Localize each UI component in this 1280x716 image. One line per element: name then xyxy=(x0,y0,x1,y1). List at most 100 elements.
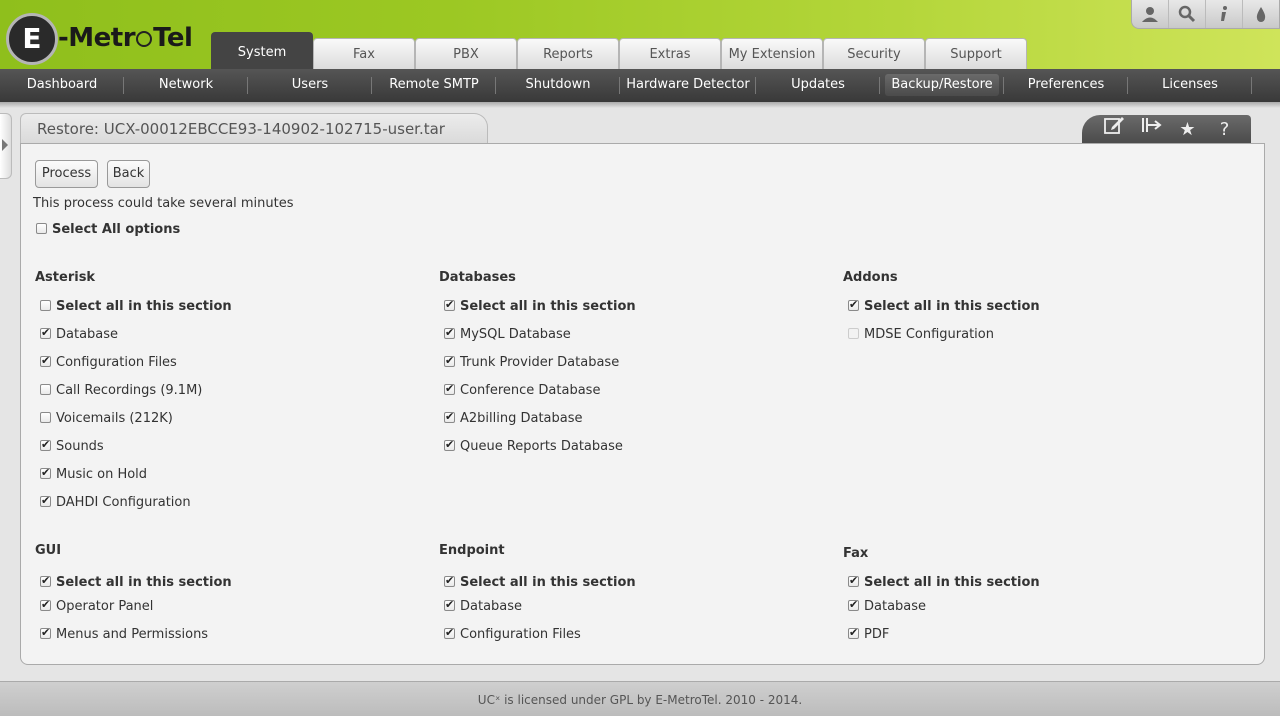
databases-queue-reports-database-label: Queue Reports Database xyxy=(460,439,623,454)
main-tabs: System Fax PBX Reports Extras My Extensi… xyxy=(211,32,1027,69)
logo-word-part: -Metr xyxy=(58,23,136,53)
asterisk-select-all-checkbox[interactable] xyxy=(40,300,51,311)
tab-pbx[interactable]: PBX xyxy=(415,38,517,69)
fax-pdf-checkbox[interactable] xyxy=(848,626,859,640)
asterisk-select-all-label: Select all in this section xyxy=(56,299,232,314)
databases-queue-reports-database-checkbox[interactable] xyxy=(444,438,455,452)
logo-wordmark: -Metr Tel xyxy=(58,23,193,53)
gui-operator-panel-checkbox[interactable] xyxy=(40,598,51,612)
gui-select-all-label: Select all in this section xyxy=(56,575,232,590)
addons-select-all-checkbox[interactable] xyxy=(848,298,859,312)
databases-mysql-database-checkbox[interactable] xyxy=(444,326,455,340)
help-icon[interactable]: ? xyxy=(1206,115,1243,144)
fax-database-label: Database xyxy=(864,599,927,614)
footer: UCˣ is licensed under GPL by E-MetroTel.… xyxy=(0,681,1280,716)
subnav-users[interactable]: Users xyxy=(248,69,372,102)
page-title: Restore: UCX-00012EBCCE93-140902-102715-… xyxy=(37,120,445,138)
export-icon[interactable] xyxy=(1132,115,1169,144)
endpoint-select-all-label: Select all in this section xyxy=(460,575,636,590)
subnav-label: Network xyxy=(158,77,214,92)
databases-trunk-provider-database-checkbox[interactable] xyxy=(444,354,455,368)
subnav-hardware-detector[interactable]: Hardware Detector xyxy=(620,69,756,102)
nav-shadow xyxy=(0,102,1280,108)
process-button[interactable]: Process xyxy=(35,160,98,188)
fax-select-all-label: Select all in this section xyxy=(864,575,1040,590)
edit-icon[interactable] xyxy=(1095,115,1132,144)
tab-security[interactable]: Security xyxy=(823,38,925,69)
select-all-options-checkbox[interactable] xyxy=(36,223,47,234)
asterisk-database-label: Database xyxy=(56,327,119,342)
databases-a2billing-database-checkbox[interactable] xyxy=(444,410,455,424)
databases-select-all-label: Select all in this section xyxy=(460,299,636,314)
databases-a2billing-database-label: A2billing Database xyxy=(460,411,583,426)
asterisk-dahdi-configuration-checkbox[interactable] xyxy=(40,494,51,508)
databases-conference-database-checkbox[interactable] xyxy=(444,382,455,396)
databases-select-all-checkbox[interactable] xyxy=(444,298,455,312)
brand-logo[interactable]: E -Metr Tel xyxy=(6,13,206,65)
logo-mark: E xyxy=(6,13,58,65)
select-all-options-label: Select All options xyxy=(52,222,181,237)
subnav-preferences[interactable]: Preferences xyxy=(1004,69,1128,102)
gui-menus-and-permissions-checkbox[interactable] xyxy=(40,626,51,640)
endpoint-select-all-checkbox[interactable] xyxy=(444,574,455,588)
subnav-licenses[interactable]: Licenses xyxy=(1128,69,1252,102)
subnav-label: Hardware Detector xyxy=(626,77,750,92)
tab-system[interactable]: System xyxy=(211,32,313,69)
tab-my-extension[interactable]: My Extension xyxy=(721,38,823,69)
asterisk-configuration-files-label: Configuration Files xyxy=(56,355,177,370)
sidebar-toggle[interactable] xyxy=(0,113,12,179)
subnav-shutdown[interactable]: Shutdown xyxy=(496,69,620,102)
addons-select-all-label: Select all in this section xyxy=(864,299,1040,314)
process-note: This process could take several minutes xyxy=(33,196,294,211)
endpoint-database-checkbox[interactable] xyxy=(444,598,455,612)
databases-mysql-database-label: MySQL Database xyxy=(460,327,571,342)
asterisk-call-recordings-9-1m-checkbox[interactable] xyxy=(40,384,51,395)
section-title-fax: Fax xyxy=(843,546,869,561)
asterisk-voicemails-212k-checkbox[interactable] xyxy=(40,412,51,423)
subnav-label: Licenses xyxy=(1162,77,1218,92)
asterisk-voicemails-212k-label: Voicemails (212K) xyxy=(56,411,173,426)
back-button[interactable]: Back xyxy=(107,160,150,188)
asterisk-sounds-label: Sounds xyxy=(56,439,104,454)
fax-select-all-checkbox[interactable] xyxy=(848,574,859,588)
section-title-addons: Addons xyxy=(843,270,898,285)
endpoint-database-label: Database xyxy=(460,599,523,614)
fax-pdf-label: PDF xyxy=(864,627,890,642)
tab-reports[interactable]: Reports xyxy=(517,38,619,69)
header-bar: E -Metr Tel System Fax PBX Reports Extras… xyxy=(0,0,1280,69)
endpoint-configuration-files-label: Configuration Files xyxy=(460,627,581,642)
subnav-updates[interactable]: Updates xyxy=(756,69,880,102)
page-title-tab: Restore: UCX-00012EBCCE93-140902-102715-… xyxy=(20,113,488,145)
endpoint-configuration-files-checkbox[interactable] xyxy=(444,626,455,640)
asterisk-database-checkbox[interactable] xyxy=(40,326,51,340)
drop-icon[interactable] xyxy=(1242,0,1279,28)
asterisk-music-on-hold-label: Music on Hold xyxy=(56,467,148,482)
user-icon[interactable] xyxy=(1132,0,1168,28)
logo-dot xyxy=(136,31,153,47)
addons-mdse-configuration-label: MDSE Configuration xyxy=(864,327,994,342)
asterisk-call-recordings-9-1m-label: Call Recordings (9.1M) xyxy=(56,383,203,398)
subnav-dashboard[interactable]: Dashboard xyxy=(0,69,124,102)
fax-database-checkbox[interactable] xyxy=(848,598,859,612)
tab-fax[interactable]: Fax xyxy=(313,38,415,69)
info-icon[interactable] xyxy=(1205,0,1242,28)
gui-menus-and-permissions-label: Menus and Permissions xyxy=(56,627,209,642)
top-icon-group xyxy=(1131,0,1280,29)
subnav-label: Backup/Restore xyxy=(885,74,999,96)
asterisk-sounds-checkbox[interactable] xyxy=(40,438,51,452)
subnav-remote-smtp[interactable]: Remote SMTP xyxy=(372,69,496,102)
sub-navigation: Dashboard Network Users Remote SMTP Shut… xyxy=(0,69,1280,102)
asterisk-configuration-files-checkbox[interactable] xyxy=(40,354,51,368)
subnav-network[interactable]: Network xyxy=(124,69,248,102)
search-icon[interactable] xyxy=(1168,0,1205,28)
subnav-backup-restore[interactable]: Backup/Restore xyxy=(880,69,1004,102)
section-title-databases: Databases xyxy=(439,270,516,285)
tab-support[interactable]: Support xyxy=(925,38,1027,69)
tab-extras[interactable]: Extras xyxy=(619,38,721,69)
expand-arrow-icon xyxy=(2,139,8,151)
asterisk-dahdi-configuration-label: DAHDI Configuration xyxy=(56,495,191,510)
asterisk-music-on-hold-checkbox[interactable] xyxy=(40,466,51,480)
star-icon[interactable]: ★ xyxy=(1169,115,1206,144)
gui-select-all-checkbox[interactable] xyxy=(40,574,51,588)
addons-mdse-configuration-checkbox xyxy=(848,328,859,339)
